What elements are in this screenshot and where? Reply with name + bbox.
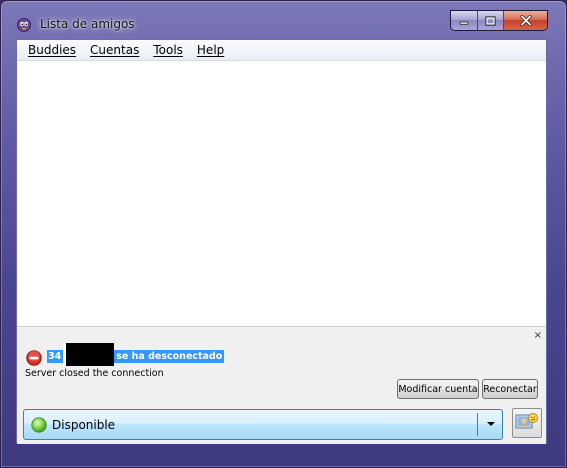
close-button[interactable] bbox=[504, 11, 547, 30]
notice-close-icon[interactable]: × bbox=[534, 330, 542, 342]
pidgin-icon bbox=[17, 18, 31, 32]
status-selector[interactable]: Disponible bbox=[23, 409, 503, 440]
disconnect-notice: × 34 se ha desconectado Server closed th… bbox=[17, 327, 546, 402]
menu-cuentas[interactable]: Cuentas bbox=[83, 40, 146, 60]
menu-buddies[interactable]: Buddies bbox=[21, 40, 83, 60]
buddy-icon bbox=[515, 413, 538, 429]
available-icon bbox=[31, 417, 47, 433]
reconnect-button[interactable]: Reconectar bbox=[482, 379, 538, 399]
status-label: Disponible bbox=[52, 418, 116, 432]
menu-tools[interactable]: Tools bbox=[146, 40, 190, 60]
buddy-icon-button[interactable] bbox=[512, 408, 542, 438]
client-area: Buddies Cuentas Tools Help × 34 se ha de… bbox=[16, 39, 547, 444]
menu-help[interactable]: Help bbox=[190, 40, 231, 60]
chevron-down-icon[interactable] bbox=[487, 422, 495, 426]
account-name-prefix: 34 bbox=[48, 351, 62, 362]
status-area: Disponible bbox=[17, 402, 546, 444]
window-title: Lista de amigos bbox=[40, 17, 135, 31]
maximize-icon bbox=[485, 15, 496, 26]
close-icon bbox=[519, 15, 532, 26]
error-icon bbox=[26, 350, 42, 366]
modify-account-button[interactable]: Modificar cuenta bbox=[397, 379, 479, 399]
caption-buttons bbox=[450, 10, 548, 31]
combo-divider bbox=[477, 413, 478, 436]
buddy-list-window: Lista de amigos Buddies Cuentas Tools He… bbox=[0, 0, 567, 468]
redacted-account bbox=[63, 343, 115, 366]
minimize-button[interactable] bbox=[451, 11, 478, 30]
buddy-list-pane[interactable] bbox=[17, 61, 546, 327]
menu-bar: Buddies Cuentas Tools Help bbox=[17, 40, 546, 61]
maximize-button[interactable] bbox=[478, 11, 504, 30]
title-bar[interactable]: Lista de amigos bbox=[1, 1, 566, 39]
notice-title: 34 se ha desconectado bbox=[47, 343, 225, 366]
notice-title-text: se ha desconectado bbox=[116, 351, 223, 362]
minimize-icon bbox=[459, 21, 469, 25]
notice-message: Server closed the connection bbox=[25, 368, 164, 379]
